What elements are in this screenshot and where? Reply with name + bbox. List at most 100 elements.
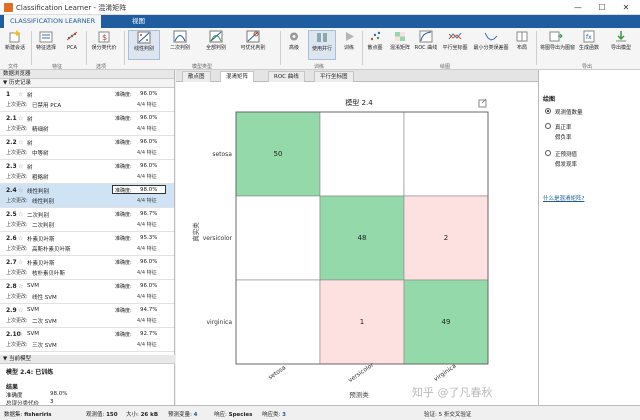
last-change-value: 已禁用 PCA xyxy=(32,103,62,109)
model-row[interactable]: 2.6 ☆ 朴素贝叶斯 准确度: 95.3% 上次更改: 高斯朴素贝叶斯 4/4 特征 xyxy=(0,232,174,256)
cell-value: 50 xyxy=(274,150,283,158)
radio-true-positive-rate[interactable] xyxy=(545,123,551,129)
y-tick-label: versicolor xyxy=(203,235,233,242)
model-row[interactable]: 2.4 ☆ 线性判别 准确度: 98.0% 上次更改: 线性判别 4/4 特征 xyxy=(0,184,174,208)
parallel-coordinates-button[interactable]: 平行坐标图 xyxy=(440,30,470,60)
last-change-label: 上次更改: xyxy=(6,222,28,228)
misclassification-cost-button[interactable]: $ 误分类代价 xyxy=(88,30,120,60)
min-classification-error-button[interactable]: 最小分类误差图 xyxy=(472,30,510,60)
last-change-value: 二次判别 xyxy=(32,223,55,229)
feature-count: 4/4 特征 xyxy=(137,222,157,228)
export-model-button[interactable]: 导出模型 xyxy=(606,30,636,60)
feature-count: 4/4 特征 xyxy=(137,342,157,348)
plot-options-title: 绘图 xyxy=(543,96,556,103)
star-icon[interactable]: ☆ xyxy=(18,331,23,338)
generate-function-icon: fx xyxy=(583,30,595,43)
y-tick-label: setosa xyxy=(212,151,232,158)
chart-title: 模型 2.4 xyxy=(345,98,373,107)
ribbon-separator xyxy=(86,31,87,65)
star-icon[interactable]: ☆ xyxy=(18,211,23,218)
last-change-label: 上次更改: xyxy=(6,318,28,324)
title-bar: Classification Learner - 混淆矩阵 — ☐ ✕ xyxy=(0,0,640,15)
maximize-button[interactable]: ☐ xyxy=(590,0,614,15)
radio-positive-predictive[interactable] xyxy=(545,150,551,156)
star-icon[interactable]: ☆ xyxy=(18,187,23,194)
roc-curve-button[interactable]: ROC 曲线 xyxy=(414,30,438,60)
star-icon[interactable]: ☆ xyxy=(18,115,23,122)
layout-button[interactable]: 布局 xyxy=(512,30,532,60)
star-icon[interactable]: ☆ xyxy=(18,235,23,242)
linear-discriminant-button[interactable]: 线性判别 xyxy=(128,30,160,60)
model-row[interactable]: 2.3 ☆ 树 准确度: 96.0% 上次更改: 粗略树 4/4 特征 xyxy=(0,160,174,184)
last-change-value: 二次 SVM xyxy=(32,319,57,325)
tab-classification-learner[interactable]: CLASSIFICATION LEARNER xyxy=(4,15,102,28)
doc-tab-parallel[interactable]: 平行坐标图 xyxy=(314,71,354,82)
results-heading: 结果 xyxy=(6,384,19,391)
plot-options-panel: 绘图 观测值数量 真正率 假负率 正预测值 假发现率 什么是混淆矩阵? xyxy=(538,70,640,405)
model-name: 树 xyxy=(27,141,33,147)
accuracy-label: 准确度: xyxy=(115,188,132,194)
y-axis-label: 真实类 xyxy=(191,222,200,242)
star-icon[interactable]: ☆ xyxy=(18,307,23,314)
feature-select-button[interactable]: 特征选择 xyxy=(33,30,59,60)
svg-text:fx: fx xyxy=(586,34,592,41)
model-row[interactable]: 1 ☆ 树 准确度: 96.0% 上次更改: 已禁用 PCA 4/4 特征 xyxy=(0,88,174,112)
star-icon[interactable]: ☆ xyxy=(18,283,23,290)
star-icon[interactable]: ☆ xyxy=(18,139,23,146)
train-button[interactable]: 训练 xyxy=(338,30,360,60)
quadratic-discriminant-button[interactable]: 二次判别 xyxy=(164,30,196,60)
accuracy-value: 96.0% xyxy=(140,91,158,97)
model-name: 二次判别 xyxy=(27,213,50,219)
accuracy-value: 95.3% xyxy=(140,235,158,241)
feature-count: 4/4 特征 xyxy=(137,126,157,132)
model-row[interactable]: 2.8 ☆ SVM 准确度: 96.0% 上次更改: 线性 SVM 4/4 特征 xyxy=(0,280,174,304)
advanced-button[interactable]: 高级 xyxy=(284,30,304,60)
radio-observation-count[interactable] xyxy=(545,108,551,114)
scatter-icon xyxy=(370,31,381,41)
accuracy-label: 准确度: xyxy=(115,212,132,218)
star-icon[interactable]: ☆ xyxy=(18,91,23,98)
current-model-header[interactable]: ▼ 当前模型 xyxy=(0,355,175,364)
model-name: SVM xyxy=(27,283,39,289)
minimize-button[interactable]: — xyxy=(566,0,590,15)
all-discriminant-icon xyxy=(209,30,223,43)
model-row[interactable]: 2.1 ☆ 树 准确度: 96.0% 上次更改: 精细树 4/4 特征 xyxy=(0,112,174,136)
history-header[interactable]: ▼ 历史记录 xyxy=(0,79,174,88)
last-change-label: 上次更改: xyxy=(6,270,28,276)
model-number: 2.8 xyxy=(6,283,17,290)
doc-tab-scatter[interactable]: 散点图 xyxy=(182,71,211,82)
export-axes-icon[interactable] xyxy=(478,98,487,108)
new-session-button[interactable]: 新建会话 xyxy=(2,30,28,60)
use-parallel-button[interactable]: 使用并行 xyxy=(308,30,336,60)
plot-area: 模型 2.4 50 48 2 1 49 setosa setosa versicolor ve… xyxy=(176,82,538,405)
export-plot-button[interactable]: 将图导出为图窗 xyxy=(540,30,575,60)
model-row[interactable]: 2.7 ☆ 朴素贝叶斯 准确度: 96.0% 上次更改: 核朴素贝叶斯 4/4 特征 xyxy=(0,256,174,280)
model-row[interactable]: 2.9 ☆ SVM 准确度: 94.7% 上次更改: 二次 SVM 4/4 特征 xyxy=(0,304,174,328)
all-discriminant-button[interactable]: 全部判别 xyxy=(200,30,232,60)
doc-tab-roc[interactable]: ROC 曲线 xyxy=(268,71,305,82)
generate-function-button[interactable]: fx 生成函数 xyxy=(574,30,604,60)
model-row[interactable]: 2.5 ☆ 二次判别 准确度: 96.7% 上次更改: 二次判别 4/4 特征 xyxy=(0,208,174,232)
close-button[interactable]: ✕ xyxy=(614,0,638,15)
last-change-value: 粗略树 xyxy=(32,175,49,181)
optimizable-discriminant-button[interactable]: 可优化判别 xyxy=(236,30,270,60)
tab-view[interactable]: 视图 xyxy=(126,15,151,28)
confusion-matrix-button[interactable]: 混淆矩阵 xyxy=(388,30,412,60)
star-icon[interactable]: ☆ xyxy=(18,163,23,170)
status-bar: 数据集: fisheriris 观测值: 150 大小: 26 kB 预测变量:… xyxy=(0,405,640,420)
status-observations: 观测值: 150 xyxy=(86,412,118,418)
y-tick-label: virginica xyxy=(207,319,233,326)
group-label-options: 选项 xyxy=(96,64,107,70)
pca-button[interactable]: PCA xyxy=(61,30,83,60)
model-number: 2.6 xyxy=(6,235,17,242)
x-tick-label: setosa xyxy=(267,364,287,381)
feature-count: 4/4 特征 xyxy=(137,102,157,108)
model-row[interactable]: 2.2 ☆ 树 准确度: 96.0% 上次更改: 中等树 4/4 特征 xyxy=(0,136,174,160)
doc-tab-confusion[interactable]: 混淆矩阵 xyxy=(220,71,255,82)
scatter-plot-button[interactable]: 散点图 xyxy=(364,30,386,60)
star-icon[interactable]: ☆ xyxy=(18,259,23,266)
model-row[interactable]: 2.10 ☆ SVM 准确度: 92.7% 上次更改: 三次 SVM 4/4 特征 xyxy=(0,328,174,352)
status-size: 大小: 26 kB xyxy=(126,412,159,418)
model-number: 2.2 xyxy=(6,139,17,146)
what-is-confusion-matrix-link[interactable]: 什么是混淆矩阵? xyxy=(543,194,584,202)
